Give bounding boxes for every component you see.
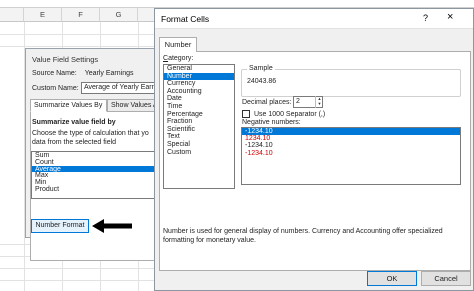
description-line-2: formatting for monetary value. (163, 237, 256, 244)
list-item-selected[interactable]: Number (164, 72, 234, 81)
close-icon[interactable]: × (447, 11, 453, 23)
ribbon-edge (0, 0, 474, 8)
list-item[interactable]: Date (164, 95, 234, 103)
pointer-arrow-icon (92, 219, 132, 233)
list-item[interactable]: Scientific (164, 126, 234, 134)
column-header-g[interactable]: G (100, 8, 138, 22)
list-item-selected[interactable]: -1234.10 (242, 128, 460, 136)
number-format-button[interactable]: Number Format (31, 219, 89, 233)
custom-name-label: Custom Name: (32, 85, 79, 92)
list-item[interactable]: Product (32, 186, 158, 193)
list-item[interactable]: Min (32, 179, 158, 186)
dialog-title: Value Field Settings (32, 55, 99, 64)
list-item[interactable]: Count (32, 159, 158, 166)
instruction-line-1: Choose the type of calculation that yo (32, 130, 149, 137)
instruction-line-2: data from the selected field (32, 139, 117, 146)
list-item[interactable]: 1234.10 (242, 135, 460, 142)
category-description: Number is used for general display of nu… (163, 227, 463, 245)
ok-button[interactable]: OK (367, 271, 417, 286)
decimal-places-label: Decimal places: (242, 99, 292, 106)
title-bar: Format Cells ? × (155, 9, 473, 29)
list-item[interactable]: Sum (32, 152, 158, 159)
column-header-f[interactable]: F (62, 8, 100, 22)
help-icon[interactable]: ? (423, 13, 428, 23)
list-item[interactable]: Fraction (164, 118, 234, 126)
list-item[interactable]: -1234.10 (242, 150, 460, 157)
decimal-places-spinner[interactable]: ▲ ▼ (315, 96, 323, 108)
list-item[interactable]: Text (164, 133, 234, 141)
sample-label: Sample (247, 65, 275, 72)
list-item[interactable]: Percentage (164, 111, 234, 119)
format-cells-dialog: Format Cells ? × Number Category: Genera… (154, 8, 474, 291)
column-header-blank (0, 8, 24, 22)
description-line-1: Number is used for general display of nu… (163, 228, 443, 235)
section-heading: Summarize value field by (32, 119, 116, 126)
use-1000-separator-checkbox[interactable] (242, 110, 250, 118)
category-list[interactable]: General Number Currency Accounting Date … (163, 64, 235, 189)
category-label: Category: (163, 55, 194, 62)
negative-numbers-label: Negative numbers: (242, 119, 301, 126)
list-item[interactable]: Max (32, 172, 158, 179)
list-item[interactable]: Accounting (164, 88, 234, 96)
list-item[interactable]: General (164, 65, 234, 73)
list-item-selected[interactable]: Average (32, 165, 158, 172)
cancel-button[interactable]: Cancel (421, 271, 471, 286)
list-item[interactable]: Custom (164, 149, 234, 157)
use-1000-separator-label[interactable]: Use 1000 Separator (,) (254, 111, 325, 118)
source-name-label: Source Name: (32, 70, 77, 77)
list-item[interactable]: Currency (164, 80, 234, 88)
dialog-title: Format Cells (161, 14, 210, 24)
tab-number[interactable]: Number (159, 37, 197, 52)
function-list[interactable]: Sum Count Average Max Min Product (31, 151, 159, 199)
tab-summarize-values-by[interactable]: Summarize Values By (30, 99, 107, 112)
value-field-settings-dialog: Value Field Settings Source Name: Yearly… (25, 48, 181, 261)
sample-value: 24043.86 (247, 78, 277, 85)
source-name-value: Yearly Earnings (84, 70, 134, 77)
negative-numbers-list[interactable]: -1234.10 1234.10 -1234.10 -1234.10 (241, 127, 461, 185)
list-item[interactable]: -1234.10 (242, 142, 460, 149)
list-item[interactable]: Time (164, 103, 234, 111)
column-header-e[interactable]: E (24, 8, 62, 22)
source-name-row: Source Name: Yearly Earnings (32, 70, 133, 77)
list-item[interactable]: Special (164, 141, 234, 149)
